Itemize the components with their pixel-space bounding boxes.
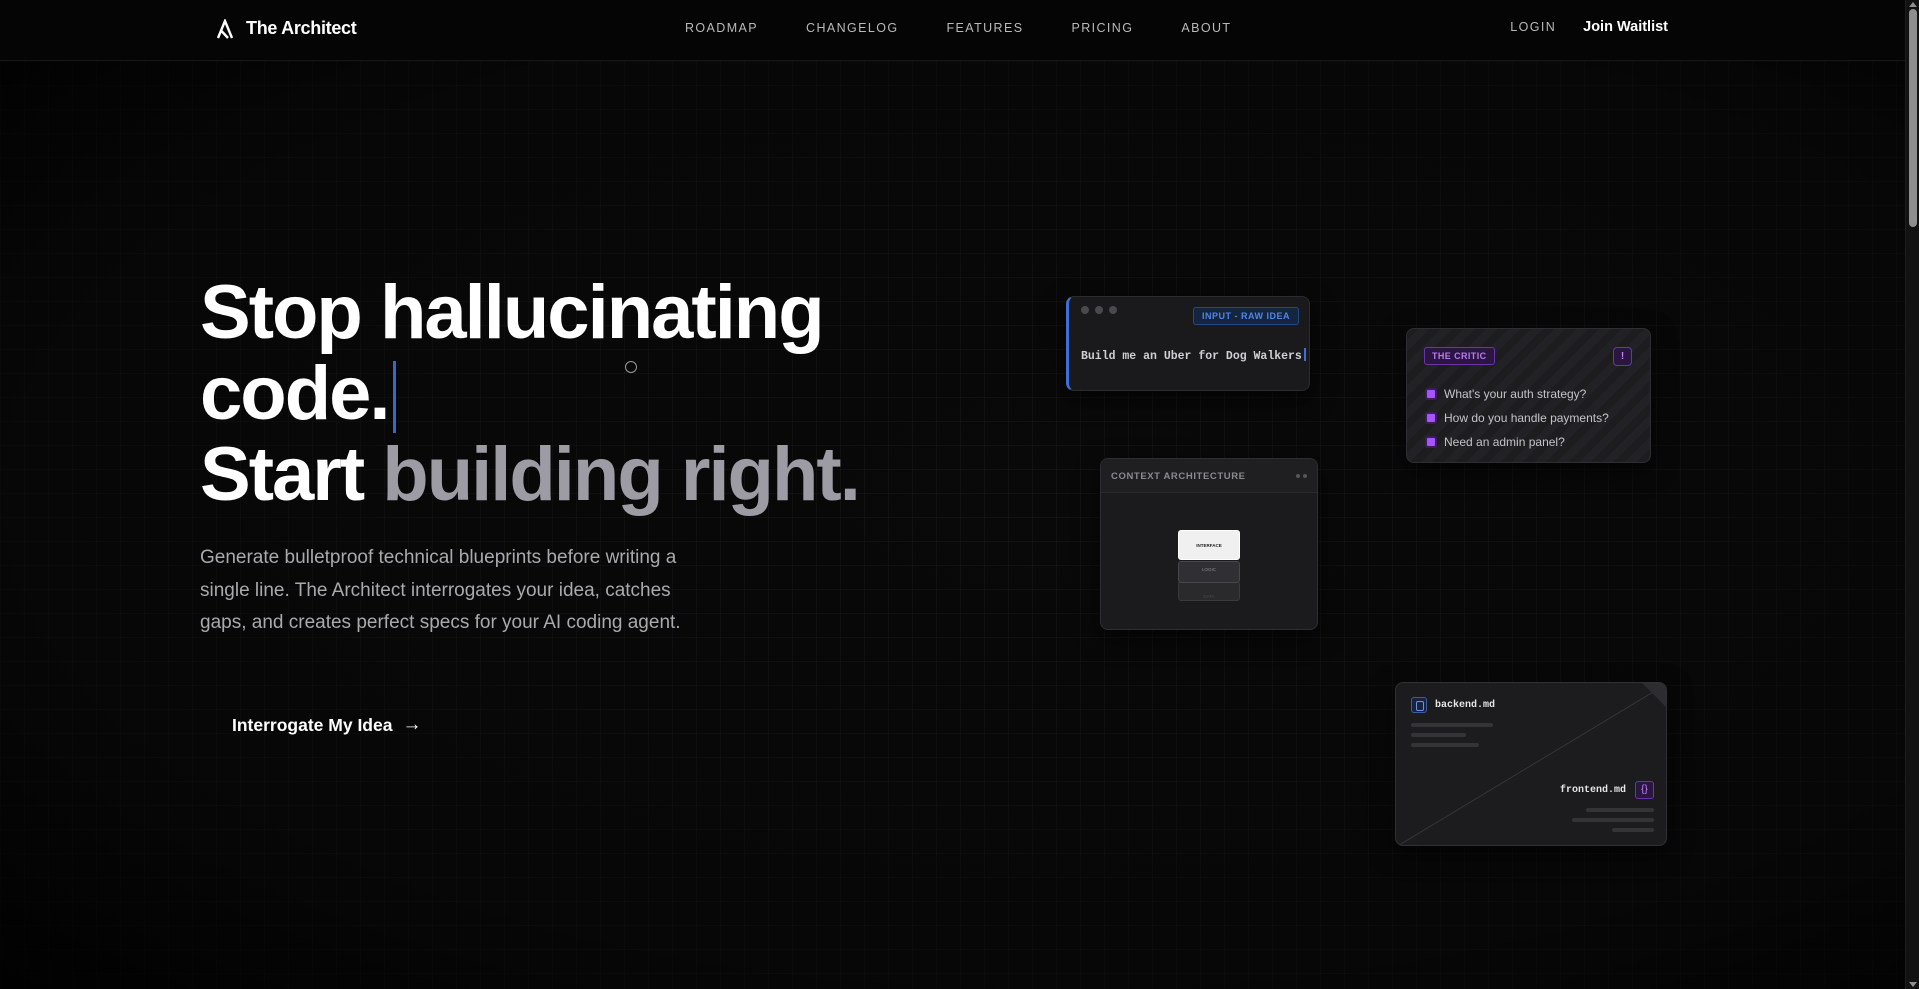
page-fold-icon bbox=[1642, 683, 1666, 707]
more-dots-icon bbox=[1296, 474, 1307, 478]
critic-question: What's your auth strategy? bbox=[1444, 387, 1587, 401]
hero-headline: Stop hallucinating code. Start building … bbox=[200, 270, 861, 517]
arrow-right-icon: → bbox=[402, 714, 422, 735]
frontend-file-name: frontend.md bbox=[1559, 785, 1626, 796]
login-link[interactable]: LOGIN bbox=[1510, 20, 1556, 34]
headline-line-1: Stop hallucinating bbox=[200, 270, 825, 355]
nav-link-about[interactable]: ABOUT bbox=[1181, 21, 1231, 35]
input-caret bbox=[1303, 348, 1306, 361]
brand-logo[interactable]: The Architect bbox=[216, 18, 357, 39]
window-dot-icon bbox=[1109, 306, 1117, 314]
nav-link-changelog[interactable]: CHANGELOG bbox=[806, 21, 898, 35]
mouse-cursor-ring bbox=[625, 361, 637, 373]
context-card-title: CONTEXT ARCHITECTURE bbox=[1111, 471, 1246, 482]
placeholder-line bbox=[1612, 828, 1654, 832]
layer-data: DATA bbox=[1178, 581, 1240, 601]
alert-icon: ! bbox=[1613, 347, 1632, 366]
context-card-header: CONTEXT ARCHITECTURE bbox=[1101, 459, 1317, 493]
database-icon bbox=[1411, 697, 1427, 713]
top-nav: The Architect ROADMAP CHANGELOG FEATURES… bbox=[0, 0, 1905, 61]
hero-subtitle: Generate bulletproof technical blueprint… bbox=[200, 547, 681, 633]
bullet-square-icon bbox=[1427, 390, 1435, 398]
context-architecture-card: CONTEXT ARCHITECTURE DATA LOGIC INTERFAC… bbox=[1100, 458, 1318, 630]
bullet-square-icon bbox=[1427, 438, 1435, 446]
nav-link-features[interactable]: FEATURES bbox=[947, 21, 1024, 35]
placeholder-line bbox=[1586, 808, 1654, 812]
placeholder-line bbox=[1572, 818, 1654, 822]
interrogate-idea-button[interactable]: Interrogate My Idea → bbox=[232, 714, 421, 736]
window-dot-icon bbox=[1081, 306, 1089, 314]
layer-logic: LOGIC bbox=[1178, 561, 1240, 583]
nav-links: ROADMAP CHANGELOG FEATURES PRICING ABOUT bbox=[685, 21, 1279, 35]
placeholder-line bbox=[1411, 723, 1493, 727]
window-dots bbox=[1081, 306, 1117, 314]
backend-file-name: backend.md bbox=[1435, 700, 1496, 711]
input-raw-idea-tag: INPUT - RAW IDEA bbox=[1193, 307, 1299, 325]
scroll-up-icon[interactable] bbox=[1909, 2, 1917, 7]
raw-idea-value: Build me an Uber for Dog Walkers bbox=[1081, 350, 1302, 363]
brand-name: The Architect bbox=[246, 18, 357, 38]
headline-line-2: code. bbox=[200, 351, 390, 436]
nav-link-pricing[interactable]: PRICING bbox=[1071, 21, 1133, 35]
nav-link-roadmap[interactable]: ROADMAP bbox=[685, 21, 758, 35]
critic-card: THE CRITIC ! What's your auth strategy? … bbox=[1406, 328, 1651, 463]
text-cursor bbox=[392, 361, 396, 433]
spec-files-card: backend.md frontend.md {} bbox=[1395, 682, 1667, 846]
window-dot-icon bbox=[1095, 306, 1103, 314]
layer-interface: INTERFACE bbox=[1178, 530, 1240, 560]
critic-question: How do you handle payments? bbox=[1444, 411, 1609, 425]
critic-question: Need an admin panel? bbox=[1444, 435, 1565, 449]
join-waitlist-button[interactable]: Join Waitlist bbox=[1583, 19, 1668, 35]
scrollbar-thumb[interactable] bbox=[1909, 9, 1917, 227]
critic-tag: THE CRITIC bbox=[1424, 347, 1495, 365]
critic-questions: What's your auth strategy? How do you ha… bbox=[1427, 382, 1609, 454]
nav-actions: LOGIN Join Waitlist bbox=[1510, 19, 1668, 35]
headline-line-3-accent: building right. bbox=[382, 432, 861, 517]
headline-line-3-start: Start bbox=[200, 432, 383, 517]
code-braces-icon: {} bbox=[1635, 781, 1654, 799]
list-item: Need an admin panel? bbox=[1427, 430, 1609, 454]
placeholder-line bbox=[1411, 733, 1466, 737]
bullet-square-icon bbox=[1427, 414, 1435, 422]
placeholder-line bbox=[1411, 743, 1479, 747]
list-item: What's your auth strategy? bbox=[1427, 382, 1609, 406]
list-item: How do you handle payments? bbox=[1427, 406, 1609, 430]
architect-logo-icon bbox=[216, 18, 234, 39]
cta-label: Interrogate My Idea bbox=[232, 714, 393, 735]
raw-idea-input-card: INPUT - RAW IDEA Build me an Uber for Do… bbox=[1066, 296, 1310, 391]
page-scrollbar[interactable] bbox=[1905, 0, 1919, 989]
scroll-down-icon[interactable] bbox=[1909, 982, 1917, 987]
raw-idea-text: Build me an Uber for Dog Walkers bbox=[1081, 348, 1306, 363]
